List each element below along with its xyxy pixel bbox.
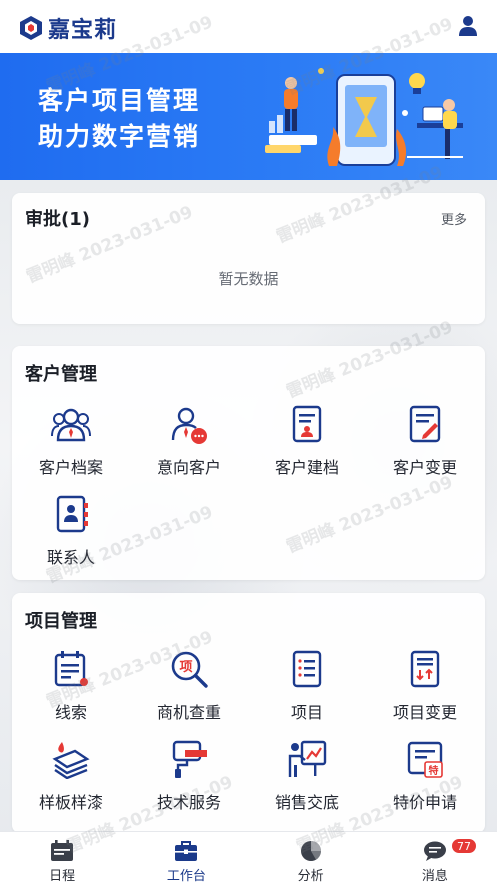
bottom-tab-bar: 日程 工作台 分析 77 消息 [0,831,497,883]
project-management-card: 项目管理 线索 项 商机查重 项目 项目变更 样板样漆 技术服务 销售交底 特 … [12,593,485,833]
intended-customer-button[interactable]: 意向客户 [130,404,248,484]
search-icon: 项 [171,651,208,688]
special-price-request-button[interactable]: 特 特价申请 [366,739,484,819]
contact-book-icon [56,495,88,533]
tab-workbench[interactable]: 工作台 [124,832,248,883]
grid-item-label: 特价申请 [392,793,457,812]
leads-button[interactable]: 线索 [12,649,130,729]
presentation-icon [288,740,327,777]
tab-messages[interactable]: 77 消息 [373,832,497,883]
tab-schedule[interactable]: 日程 [0,832,124,883]
message-icon [423,841,446,861]
technical-service-button[interactable]: 技术服务 [130,739,248,819]
special-price-icon: 特 [407,741,443,778]
grid-item-label: 样板样漆 [38,793,103,812]
message-count-badge: 77 [451,838,478,854]
grid-item-label: 客户变更 [392,458,457,477]
grid-item-label: 销售交底 [274,793,339,812]
approval-title: 审批(1) [25,209,90,230]
tab-analysis[interactable]: 分析 [249,832,373,883]
grid-item-label: 项目变更 [392,703,457,722]
customer-create-button[interactable]: 客户建档 [248,404,366,484]
tab-label: 消息 [421,869,448,883]
project-change-button[interactable]: 项目变更 [366,649,484,729]
tab-label: 工作台 [166,869,206,883]
svg-text:项: 项 [179,660,192,675]
app-header: 嘉宝莉 [0,0,497,53]
pie-chart-icon [300,841,321,861]
banner-headline: 客户项目管理 [38,86,201,115]
grid-item-label: 线索 [54,703,87,722]
customer-management-card: 客户管理 客户档案 意向客户 客户建档 客户变更 联系人 [12,346,485,580]
logo-text: 嘉宝莉 [48,18,118,43]
paint-layers-icon [52,742,90,779]
tab-label: 分析 [297,869,324,883]
projects-button[interactable]: 项目 [248,649,366,729]
briefcase-icon [175,841,198,861]
project-section-title: 项目管理 [25,611,97,632]
calendar-icon [51,840,74,861]
change-list-icon [410,650,440,688]
opportunity-duplicate-check-button[interactable]: 项 商机查重 [130,649,248,729]
grid-item-label: 意向客户 [156,458,221,477]
brand-logo: 嘉宝莉 [18,12,117,44]
sales-handover-button[interactable]: 销售交底 [248,739,366,819]
svg-text:特: 特 [429,764,439,777]
user-profile-icon[interactable] [458,15,478,37]
grid-item-label: 项目 [290,703,323,722]
calendar-list-icon [54,651,88,687]
edit-doc-icon [409,405,441,443]
customer-archive-button[interactable]: 客户档案 [12,404,130,484]
sample-paint-button[interactable]: 样板样漆 [12,739,130,819]
empty-state-text: 暂无数据 [218,270,279,288]
contacts-button[interactable]: 联系人 [12,494,130,574]
paint-roller-icon [172,740,207,778]
list-doc-icon [292,650,322,688]
customer-section-title: 客户管理 [25,364,97,385]
grid-item-label: 技术服务 [156,793,221,812]
profile-doc-icon [292,405,322,443]
grid-item-label: 商机查重 [156,703,221,722]
grid-item-label: 客户建档 [274,458,339,477]
grid-item-label: 客户档案 [38,458,103,477]
approval-card: 审批(1) 更多 暂无数据 [12,193,485,324]
user-chat-icon [171,407,207,444]
grid-item-label: 联系人 [46,548,95,567]
banner-subline: 助力数字营销 [38,122,201,151]
logo-mark-icon [20,16,42,40]
customer-change-button[interactable]: 客户变更 [366,404,484,484]
promo-banner[interactable]: 客户项目管理 助力数字营销 [0,53,497,180]
users-icon [51,408,91,442]
approval-more-link[interactable]: 更多 [441,209,467,228]
banner-illustration-icon [265,68,463,166]
tab-label: 日程 [49,869,76,883]
